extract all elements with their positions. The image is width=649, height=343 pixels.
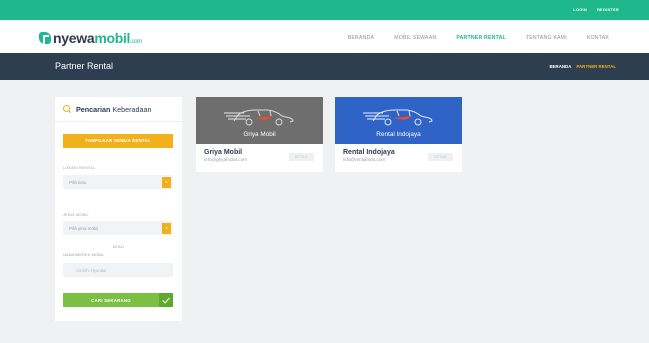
car-type-label: JENIS MOBIL — [63, 213, 89, 217]
location-placeholder: Pilih kota — [69, 180, 86, 185]
car-name-input[interactable]: contoh: Hyundai — [63, 263, 173, 277]
partner-banner[interactable]: Rental Indojaya — [335, 97, 462, 144]
location-label: LOKASI RENTAL — [63, 166, 96, 170]
nav-item-beranda[interactable]: BERANDA — [348, 35, 374, 41]
nav-menu: BERANDA MOBIL SEWAAN PARTNER RENTAL TENT… — [328, 35, 609, 41]
breadcrumb: BERANDA PARTNER RENTAL — [549, 64, 616, 69]
top-bar: LOGIN REGISTER — [0, 0, 649, 20]
nav-item-tentang-kami[interactable]: TENTANG KAMI — [526, 35, 567, 41]
location-select[interactable]: Pilih kota — [63, 175, 173, 189]
car-type-select[interactable]: Pilih jenis mobil — [63, 221, 173, 235]
logo-mark-icon — [39, 32, 51, 44]
caret-icon[interactable] — [162, 222, 171, 234]
partner-name[interactable]: Rental Indojaya — [343, 149, 395, 156]
search-panel: Pencarian Keberadaan TAMPILKAN SEMUA REN… — [55, 97, 182, 321]
partner-email: info@griyamobil.com — [204, 157, 247, 162]
logo-text-suffix: .com — [130, 39, 142, 45]
partner-banner-label: Griya Mobil — [243, 131, 276, 138]
car-name-label: NAMA/MEREK MOBIL — [63, 253, 105, 257]
search-panel-heading: Pencarian Keberadaan — [63, 105, 152, 114]
logo-text-part1: nyewa — [53, 30, 95, 46]
breadcrumb-home[interactable]: BERANDA — [549, 64, 571, 69]
car-type-placeholder: Pilih jenis mobil — [69, 226, 98, 231]
heading-strong: Pencarian — [76, 105, 111, 114]
search-now-button[interactable]: CARI SEKARANG — [63, 293, 173, 307]
heading-light: Keberadaan — [112, 105, 152, 114]
nav-item-mobil-sewaan[interactable]: MOBIL SEWAAN — [394, 35, 436, 41]
register-link[interactable]: REGISTER — [597, 7, 619, 12]
nav-item-partner-rental[interactable]: PARTNER RENTAL — [456, 35, 506, 41]
login-link[interactable]: LOGIN — [573, 7, 587, 12]
car-name-placeholder: contoh: Hyundai — [76, 268, 107, 273]
partner-banner[interactable]: Griya Mobil — [196, 97, 323, 144]
search-now-label: CARI SEKARANG — [91, 298, 131, 303]
caret-icon[interactable] — [162, 176, 171, 188]
page-title: Partner Rental — [55, 61, 114, 71]
car-icon — [363, 109, 433, 126]
check-icon — [159, 293, 173, 307]
car-icon — [224, 109, 294, 126]
page-header: Partner Rental BERANDA PARTNER RENTAL — [0, 53, 649, 80]
breadcrumb-current: PARTNER RENTAL — [576, 64, 616, 69]
search-icon — [63, 105, 72, 114]
logo-text: nyewamobil.com — [53, 30, 142, 46]
main-navbar: nyewamobil.com BERANDA MOBIL SEWAAN PART… — [0, 20, 649, 53]
account-links: LOGIN REGISTER — [573, 7, 619, 12]
detail-button[interactable]: DETAIL — [289, 153, 314, 161]
nav-item-kontak[interactable]: KONTAK — [587, 35, 609, 41]
partner-name[interactable]: Griya Mobil — [204, 149, 242, 156]
partner-banner-label: Rental Indojaya — [376, 131, 421, 138]
divider — [55, 121, 182, 122]
detail-button[interactable]: DETAIL — [428, 153, 453, 161]
partner-email: info@rentalindo.com — [343, 157, 386, 162]
or-separator: ATAU — [112, 244, 125, 249]
logo-text-part2: mobil — [94, 30, 131, 46]
partner-card[interactable]: Griya Mobil Griya Mobil info@griyamobil.… — [196, 97, 323, 172]
show-all-rentals-button[interactable]: TAMPILKAN SEMUA RENTAL — [63, 134, 173, 148]
logo[interactable]: nyewamobil.com — [39, 30, 142, 46]
partner-card[interactable]: Rental Indojaya Rental Indojaya info@ren… — [335, 97, 462, 172]
